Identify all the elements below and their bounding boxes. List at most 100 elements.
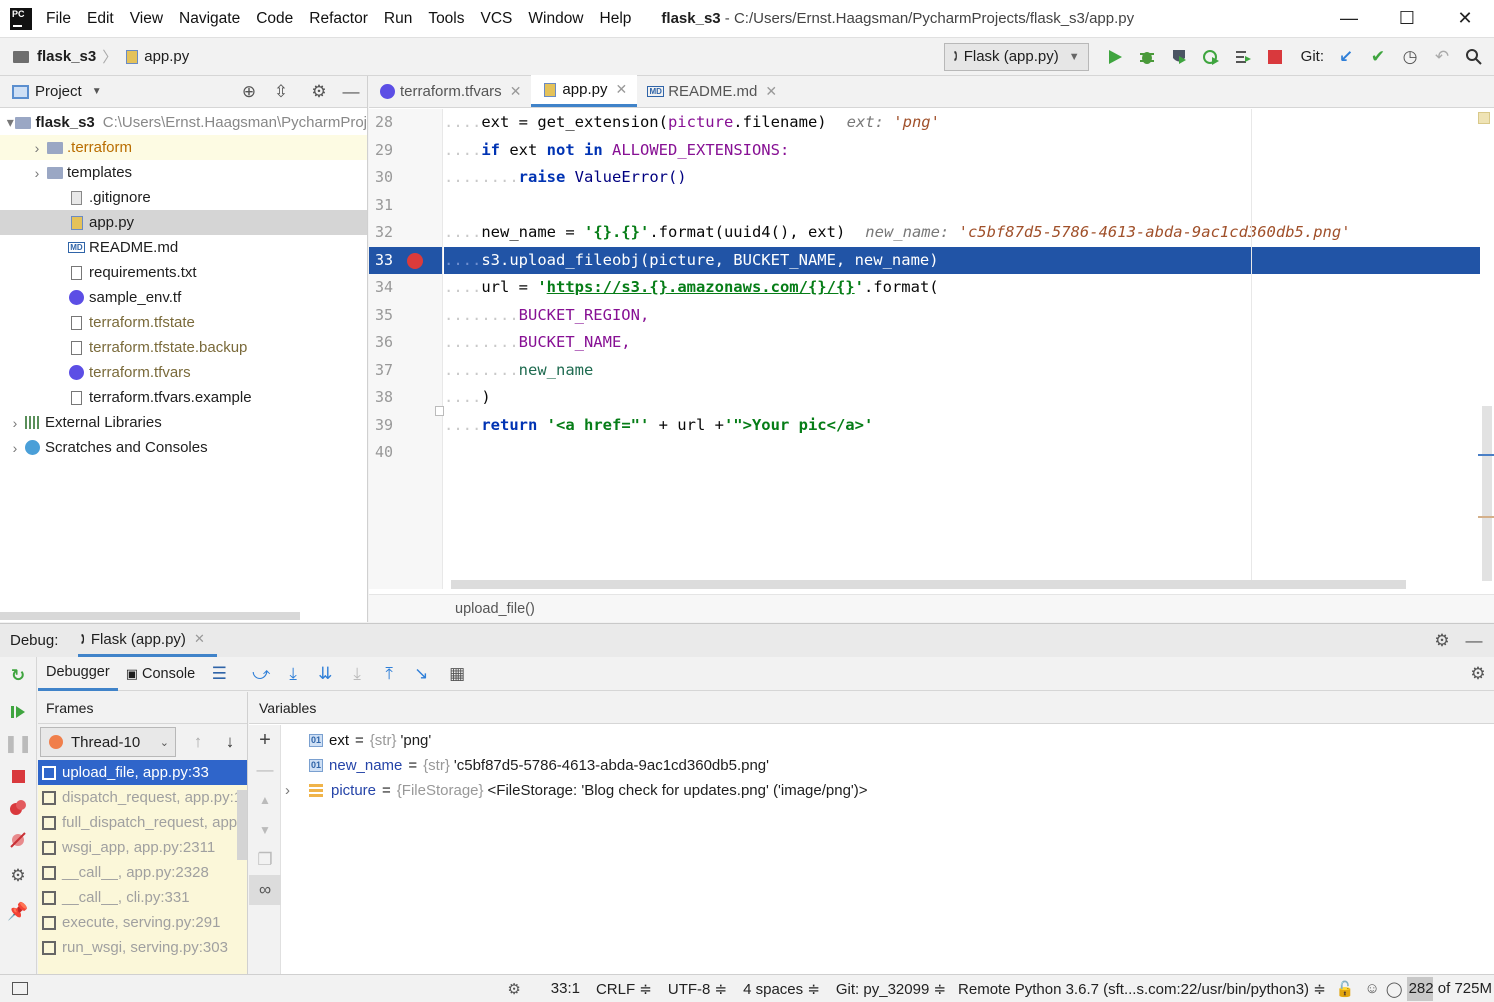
frame-item[interactable]: __call__, cli.py:331 (38, 885, 247, 910)
tree-item[interactable]: › templates (0, 160, 367, 185)
expand-arrow-icon[interactable]: › (28, 140, 46, 156)
editor-vertical-scrollbar[interactable] (1482, 406, 1492, 581)
resume-icon[interactable] (2, 697, 34, 727)
minimize-button[interactable]: — (1320, 0, 1378, 38)
git-history-icon[interactable]: ◷ (1394, 42, 1426, 72)
layout-menu-icon[interactable]: ☰ (203, 659, 235, 689)
gear-icon[interactable]: ⚙ (1462, 659, 1494, 689)
step-over-icon[interactable]: ⤓ (277, 659, 309, 689)
interpreter-select[interactable]: Remote Python 3.6.7 (sft...s.com:22/usr/… (958, 980, 1326, 998)
line-number[interactable]: 40 (369, 439, 442, 467)
variable-row[interactable]: 01 new_name = {str}'c5bf87d5-5786-4613-abda… (285, 753, 1494, 778)
concurrency-button[interactable] (1227, 42, 1259, 72)
run-button[interactable] (1099, 42, 1131, 72)
line-number[interactable]: 31 (369, 192, 442, 220)
thread-select[interactable]: Thread-10 ⌄ (40, 727, 176, 757)
expand-arrow-icon[interactable]: › (285, 782, 309, 799)
breadcrumb-file[interactable]: app.py (144, 48, 189, 65)
project-view-select[interactable]: Project (35, 83, 82, 100)
tree-item[interactable]: requirements.txt (0, 260, 367, 285)
close-icon[interactable]: ✕ (615, 81, 627, 98)
gear-icon[interactable]: ⚙ (1426, 626, 1458, 656)
frames-scrollbar[interactable] (237, 790, 247, 860)
previous-frame-icon[interactable]: ↑ (182, 727, 214, 757)
profile-button[interactable] (1195, 42, 1227, 72)
tool-windows-icon[interactable] (12, 982, 28, 995)
git-update-icon[interactable]: ↙ (1330, 42, 1362, 72)
close-icon[interactable]: ✕ (510, 83, 522, 100)
url-link[interactable]: https://s3.{}.amazonaws.com/{}/{} (547, 278, 855, 296)
frame-item[interactable]: execute, serving.py:291 (38, 910, 247, 935)
show-execution-point-icon[interactable]: ⤻ (245, 659, 277, 689)
git-rollback-icon[interactable]: ↶ (1426, 42, 1458, 72)
tree-item[interactable]: terraform.tfvars.example (0, 385, 367, 410)
tree-item[interactable]: › External Libraries (0, 410, 367, 435)
tree-item[interactable]: terraform.tfstate.backup (0, 335, 367, 360)
inspector-icon[interactable]: ☺ (1364, 980, 1379, 997)
line-number[interactable]: 35 (369, 302, 442, 330)
tab-readme-md[interactable]: MD README.md ✕ (637, 75, 787, 107)
frame-item[interactable]: dispatch_request, app.py:181 (38, 785, 247, 810)
line-number[interactable]: 37 (369, 357, 442, 385)
add-watch-icon[interactable]: + (249, 725, 281, 755)
hide-icon[interactable]: — (335, 77, 367, 107)
line-number[interactable]: 36 (369, 329, 442, 357)
tree-item[interactable]: › .terraform (0, 135, 367, 160)
stop-button[interactable] (1259, 42, 1291, 72)
copy-icon[interactable]: ❐ (249, 845, 281, 875)
tree-item[interactable]: sample_env.tf (0, 285, 367, 310)
close-icon[interactable]: ✕ (194, 631, 205, 647)
menu-navigate[interactable]: Navigate (179, 10, 240, 28)
move-up-icon[interactable]: ▲ (249, 785, 281, 815)
rerun-icon[interactable]: ↻ (2, 661, 34, 691)
fold-marker-icon[interactable] (435, 405, 444, 416)
tree-item[interactable]: app.py (0, 210, 367, 235)
tree-item[interactable]: › Scratches and Consoles (0, 435, 367, 460)
line-number[interactable]: 30 (369, 164, 442, 192)
line-number[interactable]: 34 (369, 274, 442, 302)
stop-icon[interactable] (2, 761, 34, 791)
tab-console[interactable]: ▣ Console (118, 657, 204, 691)
line-number[interactable]: 29 (369, 137, 442, 165)
caret-position[interactable]: 33:1 (551, 980, 580, 997)
close-icon[interactable]: ✕ (765, 83, 777, 100)
code-area[interactable]: ....ext = get_extension(picture.filename… (444, 109, 1480, 589)
tree-item[interactable]: MD README.md (0, 235, 367, 260)
remove-watch-icon[interactable]: — (249, 755, 281, 785)
memory-indicator[interactable]: 282 of 725M (1406, 976, 1494, 1001)
frame-item[interactable]: full_dispatch_request, app.py (38, 810, 247, 835)
run-config-select[interactable]: 🕽 Flask (app.py) ▼ (944, 42, 1089, 71)
menu-file[interactable]: File (46, 10, 71, 28)
coverage-button[interactable] (1163, 42, 1195, 72)
mute-breakpoints-icon[interactable] (2, 825, 34, 855)
run-to-cursor-icon[interactable]: ↘ (405, 659, 437, 689)
pause-icon[interactable]: ❚❚ (2, 729, 34, 759)
editor-horizontal-scrollbar[interactable] (451, 580, 1406, 589)
menu-help[interactable]: Help (600, 10, 632, 28)
settings-icon[interactable]: ⚙ (2, 861, 34, 891)
next-frame-icon[interactable]: ↓ (214, 727, 246, 757)
tab-terraform-tfvars[interactable]: terraform.tfvars ✕ (369, 75, 531, 107)
breadcrumb-function[interactable]: upload_file() (455, 601, 535, 617)
hide-icon[interactable]: — (1458, 626, 1490, 656)
menu-view[interactable]: View (130, 10, 163, 28)
menu-refactor[interactable]: Refactor (309, 10, 368, 28)
git-branch-select[interactable]: Git: py_32099 ≑ (836, 980, 946, 998)
frame-item[interactable]: __call__, app.py:2328 (38, 860, 247, 885)
encoding-select[interactable]: UTF-8 ≑ (668, 980, 727, 998)
expand-arrow-icon[interactable]: › (28, 165, 46, 181)
gear-icon[interactable]: ⚙ (303, 77, 335, 107)
frame-item[interactable]: upload_file, app.py:33 (38, 760, 247, 785)
debug-session-tab[interactable]: 🕽 Flask (app.py) ✕ (78, 624, 217, 657)
git-commit-icon[interactable]: ✔ (1362, 42, 1394, 72)
menu-run[interactable]: Run (384, 10, 412, 28)
lock-icon[interactable]: 🔓 (1336, 980, 1355, 998)
debug-button[interactable] (1131, 42, 1163, 72)
tree-item[interactable]: terraform.tfvars (0, 360, 367, 385)
line-number[interactable]: 32 (369, 219, 442, 247)
tree-item[interactable]: .gitignore (0, 185, 367, 210)
expand-arrow-icon[interactable]: › (6, 440, 24, 456)
show-watches-icon[interactable]: ∞ (249, 875, 281, 905)
variable-row[interactable]: 01 ext = {str}'png' (285, 728, 1494, 753)
pin-icon[interactable]: 📌 (2, 897, 34, 927)
